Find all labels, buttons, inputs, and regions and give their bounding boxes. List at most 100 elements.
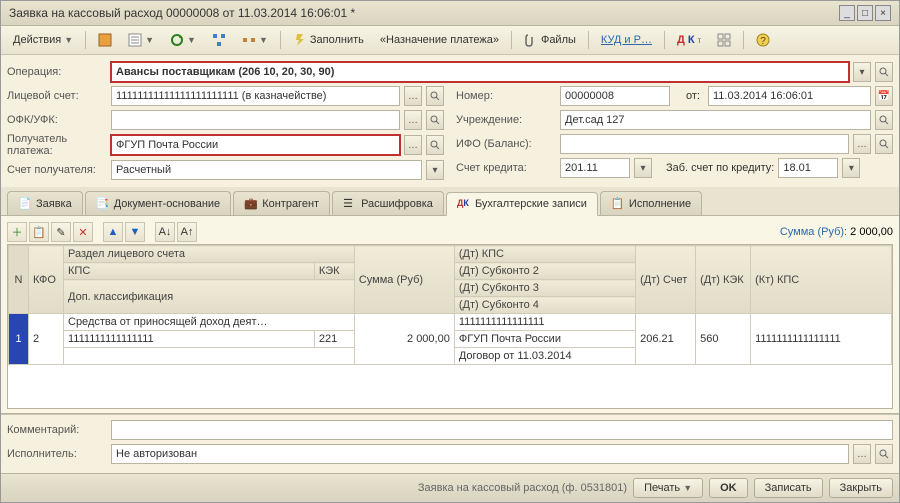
save-button[interactable]: Записать xyxy=(754,478,823,498)
close-button[interactable]: Закрыть xyxy=(829,478,893,498)
executor-search-btn[interactable] xyxy=(875,444,893,464)
credit-account-dropdown-btn[interactable]: ▾ xyxy=(634,158,652,178)
ofk-field[interactable] xyxy=(111,110,400,130)
move-up-button[interactable]: ▲ xyxy=(103,222,123,242)
cell-kps[interactable]: 1111111111111111 xyxy=(64,331,315,348)
personal-account-search-btn[interactable] xyxy=(426,86,444,106)
col-sum[interactable]: Сумма (Руб) xyxy=(354,246,454,314)
toolbar-icon-2[interactable]: ▼ xyxy=(122,30,160,50)
cell-dt-sub2[interactable]: ФГУП Почта России xyxy=(454,331,635,348)
col-dt-account[interactable]: (Дт) Счет xyxy=(636,246,696,314)
search-icon xyxy=(430,140,440,150)
toolbar-icon-5[interactable]: ▼ xyxy=(236,30,274,50)
executor-field[interactable]: Не авторизован xyxy=(111,444,849,464)
ok-button[interactable]: OK xyxy=(709,478,748,498)
col-kps[interactable]: КПС xyxy=(64,263,315,280)
cell-kt-kps[interactable]: 1111111111111111 xyxy=(751,314,892,365)
executor-more-btn[interactable]: … xyxy=(853,444,871,464)
col-n[interactable]: N xyxy=(9,246,29,314)
col-kt-kps[interactable]: (Кт) КПС xyxy=(751,246,892,314)
credit-account-field[interactable]: 201.11 xyxy=(560,158,630,178)
date-field[interactable]: 11.03.2014 16:06:01 xyxy=(708,86,871,106)
actions-menu[interactable]: Действия ▼ xyxy=(7,31,79,49)
date-calendar-btn[interactable]: 📅 xyxy=(875,86,893,106)
col-dt-kps[interactable]: (Дт) КПС xyxy=(454,246,635,263)
tab-decoding[interactable]: ☰Расшифровка xyxy=(332,191,444,215)
number-field[interactable]: 00000008 xyxy=(560,86,670,106)
personal-account-more-btn[interactable]: … xyxy=(404,86,422,106)
window-title: Заявка на кассовый расход 00000008 от 11… xyxy=(9,6,839,20)
sort-asc-button[interactable]: A↓ xyxy=(155,222,175,242)
toolbar-icon-1[interactable] xyxy=(92,30,118,50)
recipient-field[interactable]: ФГУП Почта России xyxy=(111,135,400,155)
cell-dt-kek[interactable]: 560 xyxy=(696,314,751,365)
recipient-more-btn[interactable]: … xyxy=(404,135,422,155)
kud-link[interactable]: КУД и Р… xyxy=(595,31,658,49)
col-kek[interactable]: КЭК xyxy=(314,263,354,280)
ifo-field[interactable] xyxy=(560,134,849,154)
offbalance-field[interactable]: 18.01 xyxy=(778,158,838,178)
personal-account-field[interactable]: 11111111111111111111111 (в казначействе) xyxy=(111,86,400,106)
tab-accounting[interactable]: ДКБухгалтерские записи xyxy=(446,192,598,216)
col-section[interactable]: Раздел лицевого счета xyxy=(64,246,355,263)
add-row-button[interactable]: ＋ xyxy=(7,222,27,242)
cell-dop[interactable] xyxy=(64,348,355,365)
copy-row-button[interactable]: 📋 xyxy=(29,222,49,242)
comment-field[interactable] xyxy=(111,420,893,440)
files-button[interactable]: Файлы xyxy=(518,30,582,50)
close-window-button[interactable]: × xyxy=(875,5,891,21)
col-dt-kek[interactable]: (Дт) КЭК xyxy=(696,246,751,314)
institution-search-btn[interactable] xyxy=(875,110,893,130)
table-row[interactable]: 1 2 Средства от приносящей доход деят… 2… xyxy=(9,314,892,331)
tab-execution[interactable]: 📋Исполнение xyxy=(600,191,702,215)
chevron-down-icon: ▼ xyxy=(259,35,268,45)
print-button[interactable]: Печать ▼ xyxy=(633,478,703,498)
col-dt-sub3[interactable]: (Дт) Субконто 3 xyxy=(454,280,635,297)
payment-purpose-button[interactable]: «Назначение платежа» xyxy=(374,31,505,49)
maximize-button[interactable]: □ xyxy=(857,5,873,21)
help-button[interactable]: ? xyxy=(750,30,776,50)
fill-button[interactable]: Заполнить xyxy=(287,30,370,50)
dk-icon[interactable]: ДКт xyxy=(671,31,707,49)
operation-label: Операция: xyxy=(7,66,107,78)
search-icon xyxy=(879,115,889,125)
offbalance-dropdown-btn[interactable]: ▾ xyxy=(842,158,860,178)
tab-application[interactable]: 📄Заявка xyxy=(7,191,83,215)
cell-dt-sub3[interactable]: Договор от 11.03.2014 xyxy=(454,348,635,365)
recipient-account-field[interactable]: Расчетный xyxy=(111,160,422,180)
ofk-search-btn[interactable] xyxy=(426,110,444,130)
col-dop[interactable]: Доп. классификация xyxy=(64,280,355,314)
operation-search-btn[interactable] xyxy=(875,62,893,82)
institution-field[interactable]: Дет.сад 127 xyxy=(560,110,871,130)
delete-row-button[interactable]: ✕ xyxy=(73,222,93,242)
cell-dt-account[interactable]: 206.21 xyxy=(636,314,696,365)
col-kfo[interactable]: КФО xyxy=(29,246,64,314)
toolbar-icon-4[interactable] xyxy=(206,30,232,50)
cell-section[interactable]: Средства от приносящей доход деят… xyxy=(64,314,355,331)
edit-row-button[interactable]: ✎ xyxy=(51,222,71,242)
tab-counterparty[interactable]: 💼Контрагент xyxy=(233,191,330,215)
col-dt-sub4[interactable]: (Дт) Субконто 4 xyxy=(454,297,635,314)
tab-basis-document[interactable]: 📑Документ-основание xyxy=(85,191,231,215)
ofk-more-btn[interactable]: … xyxy=(404,110,422,130)
operation-dropdown-btn[interactable]: ▾ xyxy=(853,62,871,82)
ifo-more-btn[interactable]: … xyxy=(853,134,871,154)
recipient-account-dropdown-btn[interactable]: ▾ xyxy=(426,160,444,180)
cell-kek[interactable]: 221 xyxy=(314,331,354,348)
grid-table-wrap: N КФО Раздел лицевого счета Сумма (Руб) … xyxy=(7,244,893,409)
sort-desc-button[interactable]: A↑ xyxy=(177,222,197,242)
toolbar-icon-3[interactable]: ▼ xyxy=(164,30,202,50)
matrix-icon[interactable] xyxy=(711,30,737,50)
grid-table[interactable]: N КФО Раздел лицевого счета Сумма (Руб) … xyxy=(8,245,892,365)
minimize-button[interactable]: _ xyxy=(839,5,855,21)
col-dt-sub2[interactable]: (Дт) Субконто 2 xyxy=(454,263,635,280)
cell-kfo[interactable]: 2 xyxy=(29,314,64,365)
operation-field[interactable]: Авансы поставщикам (206 10, 20, 30, 90) xyxy=(111,62,849,82)
move-down-button[interactable]: ▼ xyxy=(125,222,145,242)
doc-icon: 📄 xyxy=(18,197,32,211)
form-icon xyxy=(98,33,112,47)
cell-dt-kps[interactable]: 1111111111111111 xyxy=(454,314,635,331)
recipient-search-btn[interactable] xyxy=(426,135,444,155)
cell-sum[interactable]: 2 000,00 xyxy=(354,314,454,365)
ifo-search-btn[interactable] xyxy=(875,134,893,154)
